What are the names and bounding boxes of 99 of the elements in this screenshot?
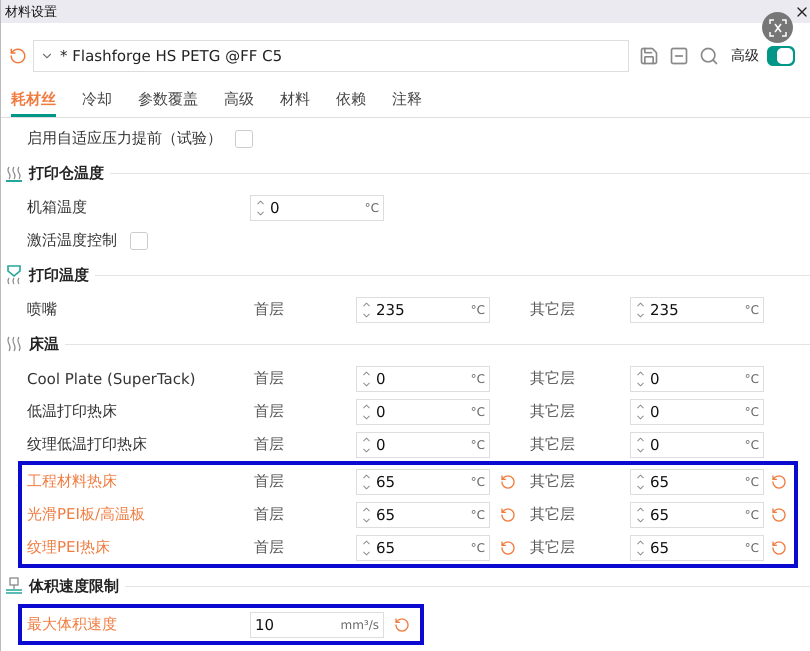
tab[interactable]: 冷却: [82, 88, 112, 117]
layer-label: 首层: [253, 538, 285, 557]
layer-label: 首层: [253, 472, 285, 491]
tab[interactable]: 依赖: [336, 88, 366, 117]
unit-label: °C: [470, 438, 485, 452]
number-field[interactable]: 0 °C: [630, 366, 764, 392]
translate-button[interactable]: [762, 12, 793, 43]
number-field[interactable]: 0 °C: [356, 398, 490, 424]
unit-label: °C: [470, 540, 485, 554]
unit-label: °C: [744, 302, 759, 316]
layer-label: 其它层: [529, 505, 576, 524]
number-field[interactable]: 10 mm³/s: [250, 612, 384, 638]
field-value: 65: [650, 506, 670, 524]
layer-label: 其它层: [529, 402, 576, 421]
save-icon[interactable]: [639, 46, 659, 66]
setting-label: 光滑PEI板/高温板: [27, 505, 146, 524]
number-field[interactable]: 65 °C: [356, 468, 490, 494]
unit-label: °C: [470, 474, 485, 488]
checkbox[interactable]: [235, 130, 253, 148]
unit-label: °C: [744, 372, 759, 386]
tab[interactable]: 材料: [280, 88, 310, 117]
setting-label: 纹理PEI热床: [27, 538, 111, 557]
layer-label: 其它层: [529, 538, 576, 557]
tab[interactable]: 高级: [224, 88, 254, 117]
tab[interactable]: 注释: [392, 88, 422, 117]
setting-label: Cool Plate (SuperTack): [27, 370, 197, 388]
field-value: 0: [650, 402, 661, 420]
setting-label: 纹理低温打印热床: [27, 435, 148, 454]
field-value: 0: [376, 436, 387, 454]
extruder-icon: [5, 577, 23, 595]
layer-label: 首层: [253, 369, 285, 388]
unit-label: °C: [744, 438, 759, 452]
section-heading: 打印仓温度: [29, 164, 104, 182]
setting-label: 机箱温度: [27, 198, 88, 217]
layer-label: 首层: [253, 435, 285, 454]
setting-label: 启用自适应压力提前（试验）: [27, 129, 222, 148]
layer-label: 其它层: [529, 300, 576, 319]
number-field[interactable]: 0 °C: [250, 194, 384, 220]
setting-label: 最大体积速度: [27, 615, 118, 634]
unit-label: °C: [744, 508, 759, 522]
number-field[interactable]: 65 °C: [630, 534, 764, 560]
field-value: 65: [650, 472, 670, 490]
unit-label: °C: [744, 540, 759, 554]
field-value: 65: [650, 538, 670, 556]
number-field[interactable]: 65 °C: [356, 502, 490, 528]
number-field[interactable]: 235 °C: [630, 296, 764, 322]
setting-label: 工程材料热床: [27, 472, 118, 491]
number-field[interactable]: 65 °C: [630, 468, 764, 494]
unit-label: °C: [744, 404, 759, 418]
field-value: 0: [650, 370, 661, 388]
reset-icon[interactable]: [9, 47, 27, 65]
number-field[interactable]: 65 °C: [356, 534, 490, 560]
heat-icon: [5, 335, 23, 353]
advanced-toggle[interactable]: [767, 46, 795, 66]
field-value: 0: [376, 370, 387, 388]
layer-label: 其它层: [529, 369, 576, 388]
number-field[interactable]: 235 °C: [356, 296, 490, 322]
field-value: 0: [270, 198, 281, 216]
number-field[interactable]: 0 °C: [356, 432, 490, 458]
section-heading: 打印温度: [29, 266, 89, 284]
field-value: 10: [255, 616, 276, 634]
unit-label: °C: [470, 508, 485, 522]
nozzle-icon: [5, 265, 23, 285]
field-value: 0: [650, 436, 661, 454]
unit-label: mm³/s: [340, 618, 379, 632]
checkbox[interactable]: [130, 232, 148, 250]
search-icon[interactable]: [699, 46, 719, 66]
number-field[interactable]: 65 °C: [630, 502, 764, 528]
heater-icon: [5, 164, 23, 182]
number-field[interactable]: 0 °C: [630, 432, 764, 458]
layer-label: 首层: [253, 505, 285, 524]
layer-label: 首层: [253, 300, 285, 319]
setting-label: 低温打印热床: [27, 402, 118, 421]
unit-label: °C: [470, 372, 485, 386]
layer-label: 首层: [253, 402, 285, 421]
field-value: 65: [376, 506, 396, 524]
number-field[interactable]: 0 °C: [356, 366, 490, 392]
advanced-label: 高级: [731, 47, 759, 65]
section-heading: 体积速度限制: [29, 576, 119, 596]
unit-label: °C: [470, 404, 485, 418]
number-field[interactable]: 0 °C: [630, 398, 764, 424]
unit-label: °C: [470, 302, 485, 316]
field-value: 235: [376, 300, 406, 318]
tab[interactable]: 参数覆盖: [138, 88, 198, 117]
setting-label: 喷嘴: [27, 300, 58, 319]
scan-icon: [768, 18, 788, 38]
unit-label: °C: [364, 200, 379, 214]
unit-label: °C: [744, 474, 759, 488]
minus-icon[interactable]: [669, 46, 689, 66]
preset-dropdown[interactable]: * Flashforge HS PETG @FF C5: [33, 40, 629, 72]
setting-label: 激活温度控制: [27, 231, 117, 250]
layer-label: 其它层: [529, 435, 576, 454]
window-title: 材料设置: [5, 4, 57, 20]
field-value: 235: [650, 300, 680, 318]
field-value: 65: [376, 538, 396, 556]
field-value: 65: [376, 472, 396, 490]
field-value: 0: [376, 402, 387, 420]
layer-label: 其它层: [529, 472, 576, 491]
section-heading: 床温: [29, 334, 59, 354]
